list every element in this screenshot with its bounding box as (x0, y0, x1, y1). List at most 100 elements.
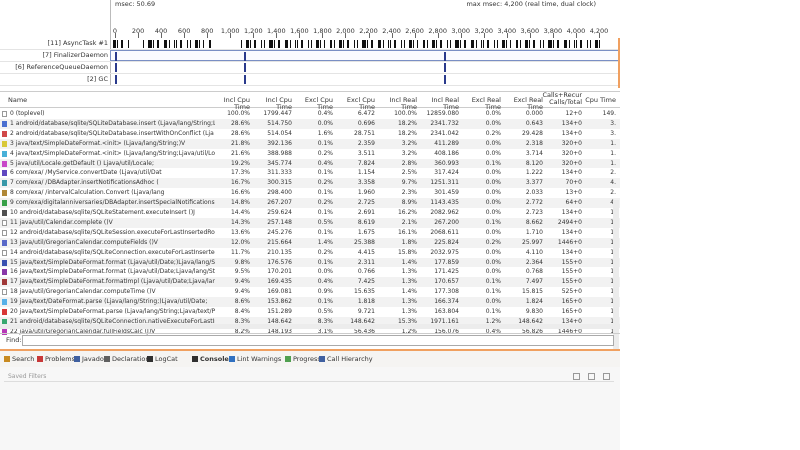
table-row[interactable]: 6 com/exa/ /MyService.convertDate (Ljava… (0, 168, 620, 178)
tab-progress[interactable]: Progress (285, 355, 321, 363)
method-name: 17 java/text/SimpleDateFormat.formatImpl… (10, 278, 215, 286)
activity-bar (324, 40, 325, 48)
activity-marker (244, 63, 246, 72)
table-cell: 171.425 (434, 268, 459, 276)
table-cell: 0.1% (485, 308, 501, 315)
tab-declaration[interactable]: Declaration (104, 355, 149, 363)
table-row[interactable]: 17 java/text/SimpleDateFormat.formatImpl… (0, 277, 620, 288)
table-cell: 392.136 (267, 139, 292, 147)
table-row[interactable]: 4 java/text/SimpleDateFormat.<init> (Lja… (0, 149, 620, 159)
table-row[interactable]: 19 java/text/DateFormat.parse (Ljava/lan… (0, 297, 620, 307)
table-row[interactable]: 14 android/database/sqlite/SQLiteConnect… (0, 248, 620, 258)
activity-bar (494, 40, 495, 48)
column-header-name[interactable]: Name (8, 97, 27, 104)
tab-search[interactable]: Search (4, 355, 34, 363)
method-color-swatch (2, 120, 7, 127)
thread-row[interactable]: [6] ReferenceQueueDaemon (0, 62, 620, 74)
thread-row[interactable]: [11] AsyncTask #1 (0, 38, 620, 50)
table-cell: 1. (574, 268, 616, 276)
method-color-swatch (2, 299, 7, 306)
table-cell: 1. (574, 298, 616, 306)
table-cell: 0.1% (317, 209, 333, 216)
column-header[interactable]: Cpu Time (574, 97, 616, 104)
thread-name: [6] ReferenceQueueDaemon (15, 63, 108, 71)
activity-bar (330, 40, 332, 48)
activity-bar (174, 40, 175, 48)
table-row[interactable]: 8 com/exa/ /intervalCalculation.Convert … (0, 188, 620, 198)
table-cell: 245.276 (267, 228, 292, 236)
table-cell: 0.0% (485, 268, 501, 276)
thread-track[interactable] (110, 38, 620, 49)
thread-row[interactable]: [7] FinalizerDaemon (0, 50, 620, 62)
table-cell: 0.1% (317, 169, 333, 177)
table-row[interactable]: 16 java/text/SimpleDateFormat.format (Lj… (0, 267, 620, 277)
table-row[interactable]: 20 java/text/SimpleDateFormat.parse (Lja… (0, 307, 620, 317)
table-cell: 0.9% (317, 288, 333, 296)
thread-row[interactable]: [2] GC (0, 74, 620, 86)
method-color-swatch (2, 239, 7, 246)
table-row[interactable]: 7 com/exa/ /DBAdapter.insertNotification… (0, 178, 620, 189)
table-cell: 100.0% (227, 110, 250, 117)
console-button-3[interactable] (603, 373, 610, 380)
table-cell: 4.110 (525, 248, 543, 256)
table-row[interactable]: 11 java/util/Calendar.complete ()V 14.3% 2… (0, 217, 620, 228)
table-row[interactable]: 0 (toplevel) 100.0% 1799.447 0.4% 6.472 100.0… (0, 109, 620, 119)
table-cell: 1.675 (357, 228, 375, 236)
timeline-ruler[interactable]: msec: 50.69 max msec: 4,200 (real time, … (110, 0, 620, 38)
method-name: 18 java/util/GregorianCalendar.computeTi… (10, 288, 156, 296)
table-cell: 1. (574, 288, 616, 296)
table-row[interactable]: 2 android/database/sqlite/SQLiteDatabase… (0, 129, 620, 139)
table-cell: 2.723 (525, 209, 543, 216)
table-cell: 28.751 (354, 129, 375, 137)
table-row[interactable]: 1 android/database/sqlite/SQLiteDatabase… (0, 118, 620, 129)
activity-bar (587, 40, 588, 48)
table-row[interactable]: 3 java/text/SimpleDateFormat.<init> (Lja… (0, 138, 620, 149)
table-row[interactable]: 13 java/util/GregorianCalendar.computeFi… (0, 237, 620, 248)
table-row[interactable]: 18 java/util/GregorianCalendar.computeTi… (0, 287, 620, 297)
table-row[interactable]: 9 com/exa/digitalanniversaries/DBAdapter… (0, 198, 620, 208)
thread-track[interactable] (110, 74, 620, 85)
tab-call-hierarchy[interactable]: Call Hierarchy (319, 355, 373, 363)
table-cell: 14.4% (230, 209, 250, 216)
saved-filters-label: Saved Filters (8, 373, 47, 380)
table-cell: 15.8% (397, 248, 417, 256)
table-cell: 12859.080 (426, 110, 459, 117)
table-cell: 1.4% (401, 288, 417, 296)
activity-bar (128, 40, 129, 48)
tab-console[interactable]: Console (192, 355, 229, 363)
activity-bar (180, 40, 182, 48)
table-row[interactable]: 15 java/text/SimpleDateFormat.format (Lj… (0, 257, 620, 268)
horizontal-scrollbar[interactable] (0, 324, 620, 329)
activity-bar (533, 40, 535, 48)
console-button-1[interactable] (573, 373, 580, 380)
method-color-swatch (2, 130, 7, 137)
thread-track[interactable] (110, 50, 620, 61)
activity-bar (576, 40, 577, 48)
activity-bar (311, 40, 312, 48)
method-color-swatch (2, 229, 7, 236)
tab-logcat[interactable]: LogCat (147, 355, 178, 363)
tab-problems[interactable]: Problems (37, 355, 75, 363)
thread-track[interactable] (110, 62, 620, 73)
table-cell: 267.207 (267, 199, 292, 207)
table-row[interactable]: 10 android/database/sqlite/SQLiteStateme… (0, 208, 620, 218)
activity-bar (520, 40, 521, 48)
table-cell: 360.993 (434, 159, 459, 167)
method-name: 2 android/database/sqlite/SQLiteDatabase… (10, 129, 214, 137)
find-input[interactable] (22, 335, 614, 346)
table-cell: 0.1% (485, 218, 501, 226)
tab-label: Console (200, 355, 229, 363)
table-cell: 151.289 (267, 308, 292, 315)
method-color-swatch (2, 279, 7, 286)
table-row[interactable]: 12 android/database/sqlite/SQLiteSession… (0, 228, 620, 238)
method-name: 1 android/database/sqlite/SQLiteDatabase… (10, 119, 215, 127)
table-cell: 2. (610, 189, 616, 197)
table-cell: 2068.611 (430, 228, 459, 236)
method-name: 12 android/database/sqlite/SQLiteSession… (10, 228, 215, 236)
method-name: 9 com/exa/digitalanniversaries/DBAdapter… (10, 199, 215, 207)
table-row[interactable]: 5 java/util/Locale.getDefault () Ljava/u… (0, 158, 620, 169)
table-cell: 0.768 (525, 268, 543, 276)
console-button-2[interactable] (588, 373, 595, 380)
tab-lint-warnings[interactable]: Lint Warnings (229, 355, 281, 363)
tab-javadoc[interactable]: Javadoc (74, 355, 107, 363)
